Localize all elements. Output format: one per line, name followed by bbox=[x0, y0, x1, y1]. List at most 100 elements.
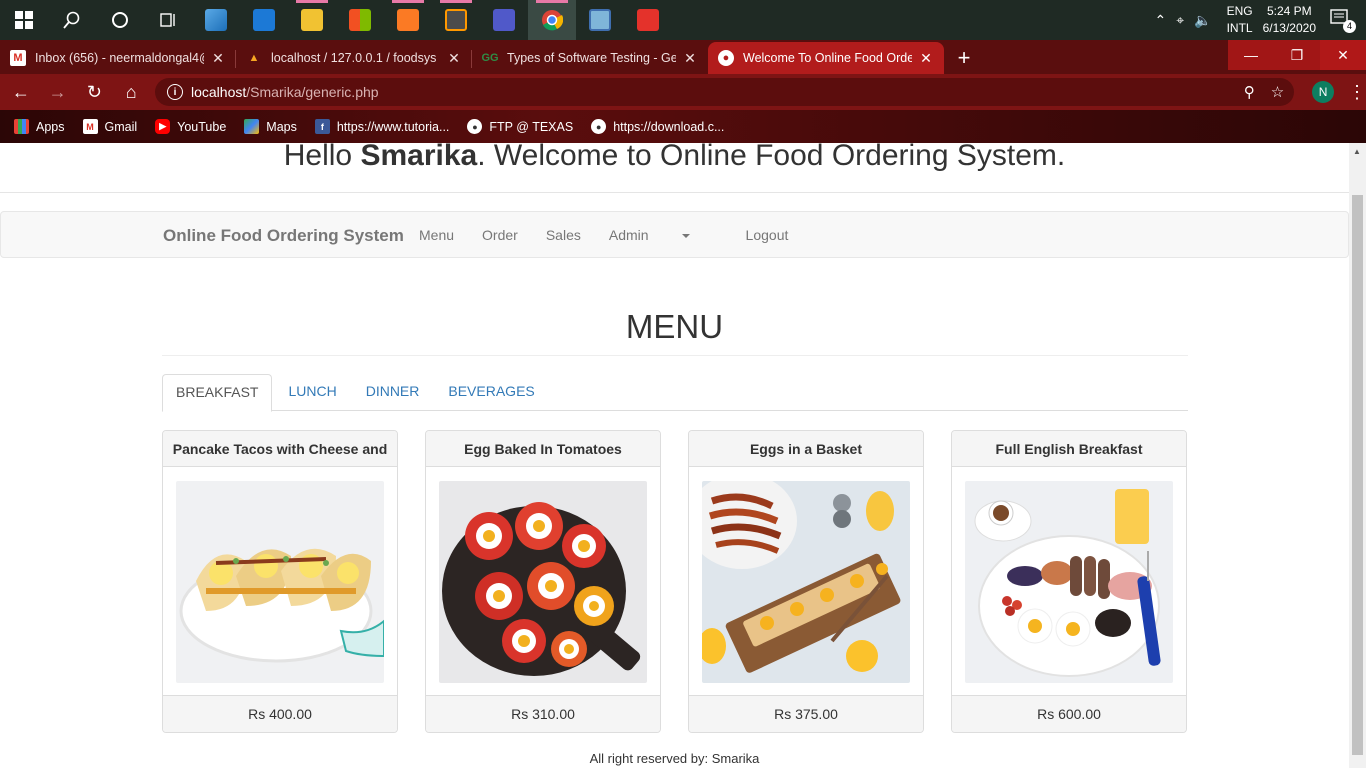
anydesk-icon bbox=[637, 9, 659, 31]
input-language-indicator[interactable]: ENG INTL bbox=[1227, 3, 1253, 37]
xampp-icon bbox=[397, 9, 419, 31]
restore-button[interactable]: ❐ bbox=[1274, 40, 1320, 70]
browser-tab-geeksforgeeks[interactable]: GG Types of Software Testing - Geek ✕ bbox=[472, 42, 708, 74]
bookmark-download[interactable]: ● https://download.c... bbox=[591, 119, 724, 134]
minimize-icon: — bbox=[1244, 47, 1258, 63]
food-image bbox=[965, 481, 1173, 683]
volume-icon[interactable]: 🔈 bbox=[1194, 12, 1211, 29]
nav-link-sales[interactable]: Sales bbox=[546, 227, 581, 243]
close-icon: ✕ bbox=[1337, 46, 1349, 63]
wifi-icon[interactable]: ⌖ bbox=[1176, 12, 1184, 29]
menu-item-card[interactable]: Egg Baked In Tomatoes Rs 310.00 bbox=[425, 430, 661, 733]
home-button[interactable]: ⌂ bbox=[115, 76, 147, 108]
tab-title: Welcome To Online Food Orderin bbox=[743, 51, 912, 65]
task-view-icon bbox=[160, 13, 175, 27]
browser-tab-food-ordering[interactable]: ● Welcome To Online Food Orderin ✕ bbox=[708, 42, 944, 74]
url-host: localhost bbox=[191, 84, 247, 100]
notification-count-badge: 4 bbox=[1343, 20, 1356, 33]
taskbar-app-store[interactable] bbox=[336, 0, 384, 40]
gmail-icon: M bbox=[82, 119, 98, 134]
clock-time: 5:24 PM bbox=[1266, 4, 1312, 18]
address-bar[interactable]: i localhost/Smarika/generic.php ⚲ ☆ bbox=[155, 78, 1295, 106]
close-tab-icon[interactable]: ✕ bbox=[682, 50, 698, 67]
folder-icon bbox=[301, 9, 323, 31]
navbar-brand[interactable]: Online Food Ordering System bbox=[163, 226, 404, 246]
nav-dropdown-admin[interactable]: Admin bbox=[609, 227, 718, 243]
tab-beverages[interactable]: BEVERAGES bbox=[435, 374, 547, 411]
tab-lunch[interactable]: LUNCH bbox=[275, 374, 349, 411]
page-greeting: Hello Smarika. Welcome to Online Food Or… bbox=[0, 143, 1349, 173]
facebook-icon: f bbox=[314, 119, 330, 134]
zoom-icon[interactable]: ⚲ bbox=[1244, 83, 1255, 101]
action-center-button[interactable]: 4 bbox=[1330, 9, 1356, 33]
browser-tab-gmail[interactable]: M Inbox (656) - neermaldongal4@g ✕ bbox=[0, 42, 236, 74]
virtualbox-icon bbox=[589, 9, 611, 31]
taskbar-app-anydesk[interactable] bbox=[624, 0, 672, 40]
taskbar-app-chrome[interactable] bbox=[528, 0, 576, 40]
nav-link-menu[interactable]: Menu bbox=[419, 227, 454, 243]
tab-breakfast[interactable]: BREAKFAST bbox=[162, 374, 273, 412]
profile-avatar[interactable]: N bbox=[1312, 81, 1334, 103]
browser-menu-icon[interactable]: ⋮ bbox=[1348, 82, 1366, 103]
back-button[interactable]: ← bbox=[5, 76, 37, 108]
taskbar-app-laptop[interactable] bbox=[192, 0, 240, 40]
phpmyadmin-icon: ▲ bbox=[248, 52, 260, 64]
menu-category-tabs: BREAKFAST LUNCH DINNER BEVERAGES bbox=[162, 374, 1188, 412]
scroll-up-icon[interactable]: ▲ bbox=[1353, 147, 1361, 156]
bookmark-maps[interactable]: Maps bbox=[244, 119, 297, 134]
taskbar-app-mail[interactable] bbox=[240, 0, 288, 40]
apps-grid-icon bbox=[14, 119, 29, 134]
search-button[interactable] bbox=[48, 0, 96, 40]
close-window-button[interactable]: ✕ bbox=[1320, 40, 1366, 70]
browser-tab-phpmyadmin[interactable]: ▲ localhost / 127.0.0.1 / foodsys | p ✕ bbox=[236, 42, 472, 74]
nav-link-logout[interactable]: Logout bbox=[746, 227, 789, 243]
bookmark-star-icon[interactable]: ☆ bbox=[1271, 83, 1284, 101]
bookmark-tutorial[interactable]: f https://www.tutoria... bbox=[314, 119, 449, 134]
reload-icon: ↻ bbox=[86, 81, 102, 102]
start-button[interactable] bbox=[0, 0, 48, 40]
gmail-icon: M bbox=[10, 50, 26, 66]
taskbar-app-teams[interactable] bbox=[480, 0, 528, 40]
scrollbar-thumb[interactable] bbox=[1352, 195, 1363, 755]
food-image bbox=[439, 481, 647, 683]
bookmark-label: YouTube bbox=[177, 119, 227, 134]
url-path: /Smarika/generic.php bbox=[246, 84, 379, 100]
new-tab-button[interactable]: + bbox=[944, 42, 984, 74]
keyboard-layout: INTL bbox=[1226, 21, 1253, 35]
bookmark-gmail[interactable]: M Gmail bbox=[82, 119, 137, 134]
chevron-up-icon[interactable]: ⌃ bbox=[1155, 12, 1167, 29]
nav-link-admin: Admin bbox=[608, 227, 649, 243]
cortana-button[interactable] bbox=[96, 0, 144, 40]
divider bbox=[0, 192, 1349, 193]
sublime-text-icon bbox=[445, 9, 467, 31]
taskbar-app-xampp[interactable] bbox=[384, 0, 432, 40]
site-info-icon[interactable]: i bbox=[167, 84, 183, 100]
forward-button[interactable]: → bbox=[42, 76, 74, 108]
menu-item-card[interactable]: Eggs in a Basket Rs 375.00 bbox=[688, 430, 924, 733]
bookmark-apps[interactable]: Apps bbox=[14, 119, 65, 134]
divider bbox=[162, 355, 1188, 356]
bookmark-youtube[interactable]: ▶ YouTube bbox=[155, 119, 226, 134]
food-image bbox=[702, 481, 910, 683]
page-scrollbar[interactable]: ▲ bbox=[1349, 143, 1366, 768]
minimize-button[interactable]: — bbox=[1228, 40, 1274, 70]
tab-dinner[interactable]: DINNER bbox=[353, 374, 433, 411]
menu-item-card[interactable]: Pancake Tacos with Cheese and Rs 400.00 bbox=[162, 430, 398, 733]
reload-button[interactable]: ↻ bbox=[79, 76, 111, 108]
menu-item-price: Rs 375.00 bbox=[689, 695, 923, 732]
food-image bbox=[176, 481, 384, 683]
nav-link-order[interactable]: Order bbox=[482, 227, 518, 243]
close-tab-icon[interactable]: ✕ bbox=[446, 50, 462, 67]
taskbar-app-virtualbox[interactable] bbox=[576, 0, 624, 40]
menu-item-card[interactable]: Full English Breakfast Rs 600.00 bbox=[951, 430, 1187, 733]
taskbar-app-sublime[interactable] bbox=[432, 0, 480, 40]
close-tab-icon[interactable]: ✕ bbox=[210, 50, 226, 67]
page-footer: All right reserved by: Smarika bbox=[589, 751, 760, 766]
close-tab-icon[interactable]: ✕ bbox=[918, 50, 934, 67]
taskbar-app-explorer[interactable] bbox=[288, 0, 336, 40]
clock[interactable]: 5:24 PM 6/13/2020 bbox=[1263, 3, 1316, 37]
menu-item-name: Pancake Tacos with Cheese and bbox=[163, 431, 397, 467]
arrow-left-icon: ← bbox=[11, 81, 30, 102]
task-view-button[interactable] bbox=[144, 0, 192, 40]
bookmark-ftp-texas[interactable]: ● FTP @ TEXAS bbox=[467, 119, 573, 134]
